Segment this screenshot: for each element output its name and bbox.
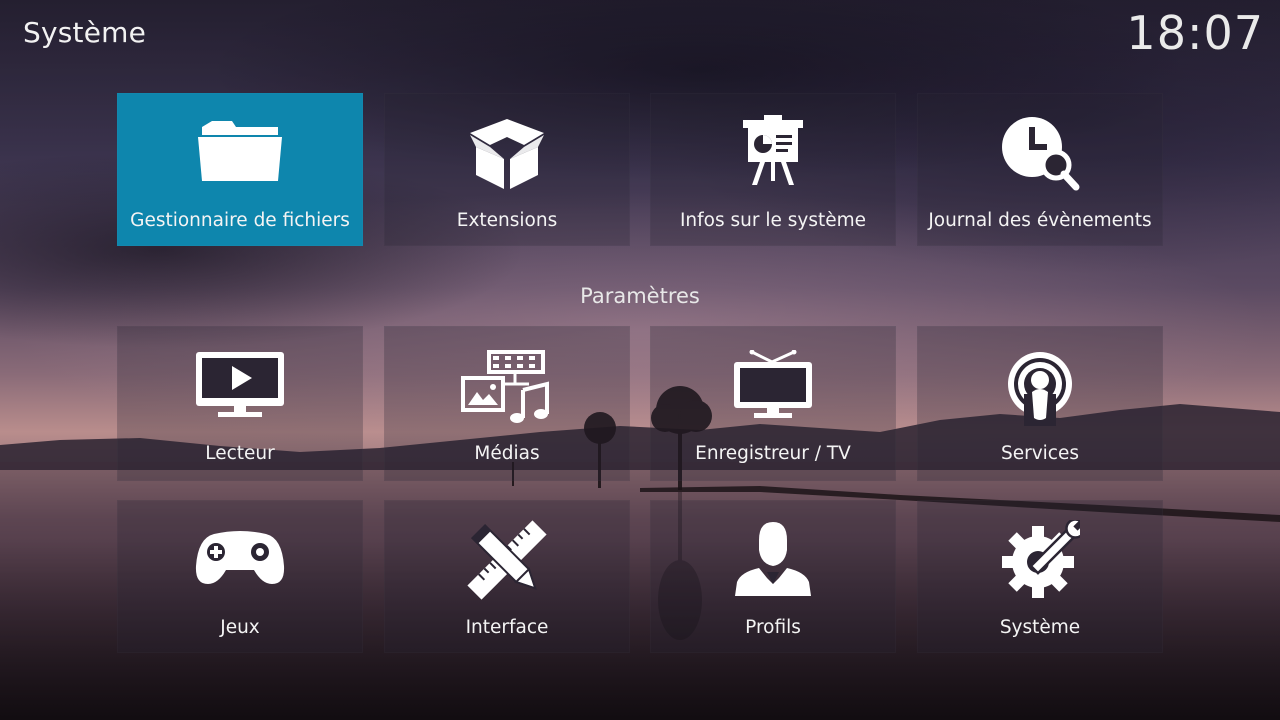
tile-profiles[interactable]: Profils — [650, 500, 896, 653]
page-title: Système — [23, 16, 147, 49]
tile-games[interactable]: Jeux — [117, 500, 363, 653]
tile-services[interactable]: Services — [917, 326, 1163, 481]
tile-label: Lecteur — [205, 443, 275, 464]
broadcast-icon — [917, 350, 1163, 426]
tile-label: Gestionnaire de fichiers — [130, 210, 350, 231]
tile-label: Médias — [474, 443, 540, 464]
tile-file-manager[interactable]: Gestionnaire de fichiers — [117, 93, 363, 246]
gear-wrench-icon — [917, 520, 1163, 600]
tile-event-log[interactable]: Journal des évènements — [917, 93, 1163, 246]
presentation-icon — [650, 115, 896, 187]
tv-icon — [650, 350, 896, 426]
tile-label: Services — [1000, 443, 1079, 464]
tile-extensions[interactable]: Extensions — [384, 93, 630, 246]
tile-label: Profils — [745, 617, 801, 638]
media-icon — [384, 350, 630, 426]
tile-label: Système — [999, 617, 1081, 638]
tile-pvr-tv[interactable]: Enregistreur / TV — [650, 326, 896, 481]
monitor-play-icon — [117, 350, 363, 426]
pencil-ruler-icon — [384, 520, 630, 600]
section-heading: Paramètres — [580, 284, 700, 308]
tile-player[interactable]: Lecteur — [117, 326, 363, 481]
tile-label: Infos sur le système — [679, 210, 867, 231]
gamepad-icon — [117, 520, 363, 600]
clock-search-icon — [917, 115, 1163, 191]
tile-label: Enregistreur / TV — [695, 443, 851, 464]
tile-label: Jeux — [220, 617, 260, 638]
tile-system[interactable]: Système — [917, 500, 1163, 653]
tile-label: Extensions — [456, 210, 558, 231]
tile-media[interactable]: Médias — [384, 326, 630, 481]
box-icon — [384, 115, 630, 189]
tile-system-info[interactable]: Infos sur le système — [650, 93, 896, 246]
folder-icon — [117, 115, 363, 187]
tile-label: Journal des évènements — [928, 210, 1152, 231]
clock: 18:07 — [1126, 6, 1264, 60]
tile-label: Interface — [465, 617, 549, 638]
tile-interface[interactable]: Interface — [384, 500, 630, 653]
user-icon — [650, 520, 896, 600]
